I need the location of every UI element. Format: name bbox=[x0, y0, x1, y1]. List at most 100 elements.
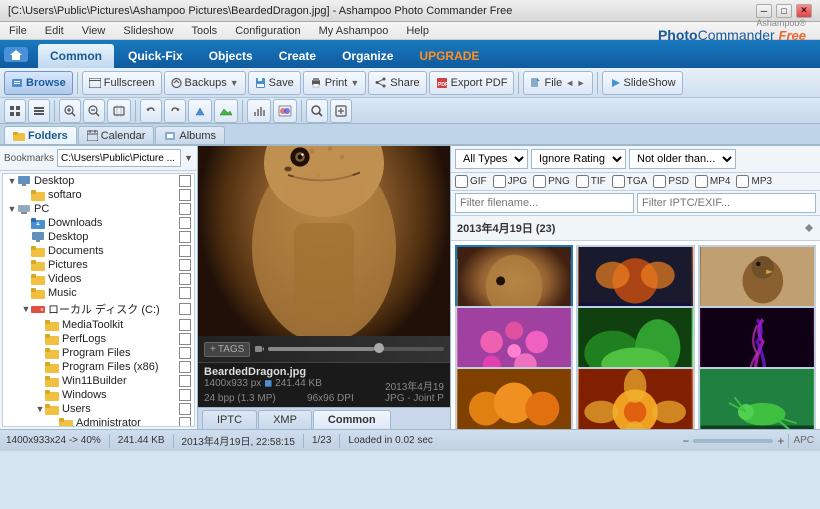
slideshow-button[interactable]: SlideShow bbox=[602, 71, 683, 95]
tree-checkbox[interactable] bbox=[179, 189, 191, 201]
filter-gif[interactable]: GIF bbox=[455, 175, 487, 188]
zoom-slider[interactable] bbox=[693, 439, 773, 443]
tree-checkbox[interactable] bbox=[179, 403, 191, 415]
mp3-checkbox[interactable] bbox=[736, 175, 749, 188]
tab-albums[interactable]: Albums bbox=[155, 126, 225, 144]
psd-checkbox[interactable] bbox=[653, 175, 666, 188]
filter-tga[interactable]: TGA bbox=[612, 175, 648, 188]
tree-item-downloads[interactable]: Downloads bbox=[3, 216, 194, 230]
rotate-right-button[interactable] bbox=[164, 99, 186, 123]
tree-checkbox[interactable] bbox=[179, 389, 191, 401]
add-tag-button[interactable]: + TAGS bbox=[204, 342, 250, 357]
filter-mp3[interactable]: MP3 bbox=[736, 175, 772, 188]
print-button[interactable]: Print ▼ bbox=[303, 71, 367, 95]
filter-jpg[interactable]: JPG bbox=[493, 175, 527, 188]
mountain2-icon-btn[interactable] bbox=[214, 99, 238, 123]
tree-item-users[interactable]: ▼ Users bbox=[3, 402, 194, 416]
thumbnail-8[interactable] bbox=[698, 367, 816, 429]
filter-mp4[interactable]: MP4 bbox=[695, 175, 731, 188]
tree-checkbox[interactable] bbox=[179, 287, 191, 299]
navtab-create[interactable]: Create bbox=[267, 44, 328, 68]
navtab-quickfix[interactable]: Quick-Fix bbox=[116, 44, 195, 68]
tree-item-disk-c[interactable]: ▼ ローカル ディスク (C:) bbox=[3, 300, 194, 318]
menu-myashampoo[interactable]: My Ashampoo bbox=[316, 24, 392, 38]
tree-checkbox[interactable] bbox=[179, 333, 191, 345]
list-view-button[interactable] bbox=[28, 99, 50, 123]
tree-item-programfiles86[interactable]: Program Files (x86) bbox=[3, 360, 194, 374]
fullscreen-button[interactable]: Fullscreen bbox=[82, 71, 162, 95]
tree-checkbox[interactable] bbox=[179, 259, 191, 271]
home-icon[interactable] bbox=[4, 47, 28, 62]
bottom-tab-xmp[interactable]: XMP bbox=[258, 410, 312, 429]
menu-edit[interactable]: Edit bbox=[42, 24, 67, 38]
menu-slideshow[interactable]: Slideshow bbox=[120, 24, 176, 38]
zoom-out-button[interactable] bbox=[83, 99, 105, 123]
grid-view-button[interactable] bbox=[4, 99, 26, 123]
png-checkbox[interactable] bbox=[533, 175, 546, 188]
zoom-large-button[interactable] bbox=[306, 99, 328, 123]
fit-button[interactable] bbox=[107, 99, 131, 123]
tga-checkbox[interactable] bbox=[612, 175, 625, 188]
bookmarks-dropdown[interactable]: ▼ bbox=[184, 153, 193, 163]
bottom-tab-iptc[interactable]: IPTC bbox=[202, 410, 257, 429]
tree-checkbox[interactable] bbox=[179, 217, 191, 229]
tree-checkbox[interactable] bbox=[179, 417, 191, 427]
mp4-checkbox[interactable] bbox=[695, 175, 708, 188]
close-button[interactable]: ✕ bbox=[796, 4, 812, 18]
tree-checkbox[interactable] bbox=[179, 361, 191, 373]
enlarge-button[interactable] bbox=[330, 99, 352, 123]
menu-tools[interactable]: Tools bbox=[189, 24, 221, 38]
tree-checkbox[interactable] bbox=[179, 231, 191, 243]
browse-button[interactable]: Browse bbox=[4, 71, 73, 95]
jpg-checkbox[interactable] bbox=[493, 175, 506, 188]
backups-button[interactable]: Backups ▼ bbox=[164, 71, 246, 95]
tree-item-softaro[interactable]: softaro bbox=[3, 188, 194, 202]
file-tree[interactable]: ▼ Desktop softaro ▼ PC bbox=[2, 173, 195, 427]
rotate-left-button[interactable] bbox=[140, 99, 162, 123]
maximize-button[interactable]: □ bbox=[776, 4, 792, 18]
tags-slider[interactable] bbox=[268, 347, 444, 351]
export-pdf-button[interactable]: PDF Export PDF bbox=[429, 71, 515, 95]
minimize-button[interactable]: ─ bbox=[756, 4, 772, 18]
home-button[interactable] bbox=[4, 40, 32, 68]
color-adjust-button[interactable] bbox=[273, 99, 297, 123]
navtab-upgrade[interactable]: UPGRADE bbox=[407, 44, 491, 68]
zoom-minus[interactable]: − bbox=[682, 434, 689, 448]
gif-checkbox[interactable] bbox=[455, 175, 468, 188]
type-filter[interactable]: All Types bbox=[455, 149, 528, 169]
menu-configuration[interactable]: Configuration bbox=[232, 24, 303, 38]
thumbnail-7[interactable] bbox=[576, 367, 694, 429]
zoom-in-button[interactable] bbox=[59, 99, 81, 123]
tree-checkbox[interactable] bbox=[179, 273, 191, 285]
menu-view[interactable]: View bbox=[79, 24, 109, 38]
tree-checkbox[interactable] bbox=[179, 375, 191, 387]
bottom-tab-common[interactable]: Common bbox=[313, 410, 391, 429]
share-button[interactable]: Share bbox=[368, 71, 426, 95]
tif-checkbox[interactable] bbox=[576, 175, 589, 188]
tree-item-administrator[interactable]: Administrator bbox=[3, 416, 194, 427]
save-button[interactable]: Save bbox=[248, 71, 301, 95]
iptc-filter[interactable] bbox=[637, 193, 816, 213]
tree-item-music[interactable]: Music bbox=[3, 286, 194, 300]
filter-psd[interactable]: PSD bbox=[653, 175, 689, 188]
tree-checkbox[interactable] bbox=[179, 347, 191, 359]
tree-item-perflogs[interactable]: PerfLogs bbox=[3, 332, 194, 346]
navtab-common[interactable]: Common bbox=[38, 44, 114, 68]
zoom-plus[interactable]: + bbox=[777, 434, 784, 448]
navtab-organize[interactable]: Organize bbox=[330, 44, 405, 68]
tree-checkbox[interactable] bbox=[179, 203, 191, 215]
thumbnail-6[interactable] bbox=[455, 367, 573, 429]
histogram-button[interactable] bbox=[247, 99, 271, 123]
filename-filter[interactable] bbox=[455, 193, 634, 213]
tree-checkbox[interactable] bbox=[179, 245, 191, 257]
tree-checkbox[interactable] bbox=[179, 175, 191, 187]
menu-file[interactable]: File bbox=[6, 24, 30, 38]
tree-item-mediatoolkit[interactable]: MediaToolkit bbox=[3, 318, 194, 332]
tab-calendar[interactable]: Calendar bbox=[78, 126, 155, 144]
tree-item-documents[interactable]: Documents bbox=[3, 244, 194, 258]
filter-png[interactable]: PNG bbox=[533, 175, 570, 188]
tree-item-videos[interactable]: Videos bbox=[3, 272, 194, 286]
bookmarks-path[interactable]: C:\Users\Public\Picture ... bbox=[57, 149, 181, 167]
filter-tif[interactable]: TIF bbox=[576, 175, 606, 188]
tree-item-win11builder[interactable]: Win11Builder bbox=[3, 374, 194, 388]
